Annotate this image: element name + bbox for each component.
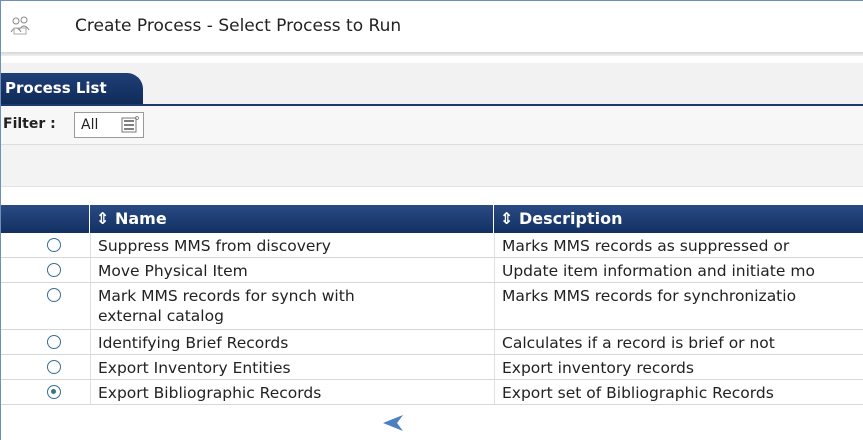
- title-bar: Create Process - Select Process to Run: [1, 1, 863, 53]
- table-row[interactable]: Move Physical Item Update item informati…: [1, 258, 863, 283]
- table-header: ⇕ Name ⇕ Description: [1, 205, 863, 233]
- tab-process-list[interactable]: Process List: [1, 73, 143, 105]
- arrow-left-icon: [383, 415, 489, 431]
- row-description: Export inventory records: [494, 355, 863, 379]
- row-name: Suppress MMS from discovery: [90, 233, 493, 257]
- spacer-area: [1, 186, 863, 206]
- row-name: Identifying Brief Records: [90, 330, 493, 354]
- name-column-header[interactable]: ⇕ Name: [90, 205, 493, 233]
- row-description: Calculates if a record is brief or not: [494, 330, 863, 354]
- toolbar-area: [1, 144, 863, 187]
- row-description: Marks MMS records for synchronizatio: [494, 283, 863, 329]
- sort-icon: ⇕: [96, 209, 110, 228]
- row-description: Export set of Bibliographic Records: [494, 380, 863, 404]
- users-icon: [10, 16, 30, 35]
- select-column-header: [1, 205, 89, 233]
- page-title: Create Process - Select Process to Run: [75, 16, 402, 36]
- name-column-label: Name: [114, 209, 167, 228]
- table-row[interactable]: Mark MMS records for synch with external…: [1, 283, 863, 330]
- table-row[interactable]: Suppress MMS from discovery Marks MMS re…: [1, 233, 863, 258]
- radio-button[interactable]: [47, 288, 61, 302]
- radio-button[interactable]: [47, 263, 61, 277]
- filter-bar: Filter : All: [1, 106, 863, 144]
- radio-button[interactable]: [47, 238, 61, 252]
- table-row[interactable]: Export Inventory Entities Export invento…: [1, 355, 863, 380]
- filter-select[interactable]: All: [74, 112, 144, 138]
- tab-strip: Process List: [1, 63, 863, 105]
- row-name: Move Physical Item: [90, 258, 493, 282]
- title-divider: [1, 52, 863, 56]
- row-description: Update item information and initiate mo: [494, 258, 863, 282]
- radio-button[interactable]: [47, 335, 61, 349]
- row-name: Export Inventory Entities: [90, 355, 493, 379]
- filter-value: All: [81, 117, 99, 133]
- process-table: ⇕ Name ⇕ Description Suppress MMS from d…: [1, 205, 863, 405]
- create-process-window: Create Process - Select Process to Run P…: [0, 0, 863, 440]
- description-column-header[interactable]: ⇕ Description: [494, 205, 863, 233]
- sort-icon: ⇕: [500, 209, 514, 228]
- list-icon[interactable]: [121, 116, 139, 134]
- row-name: Export Bibliographic Records: [90, 380, 493, 404]
- table-row[interactable]: Identifying Brief Records Calculates if …: [1, 330, 863, 355]
- row-description: Marks MMS records as suppressed or: [494, 233, 863, 257]
- row-name: Mark MMS records for synch with external…: [90, 283, 390, 329]
- filter-label: Filter :: [3, 116, 56, 132]
- table-row[interactable]: Export Bibliographic Records Export set …: [1, 380, 863, 405]
- radio-button-selected[interactable]: [47, 385, 61, 399]
- radio-button[interactable]: [47, 360, 61, 374]
- description-column-label: Description: [518, 209, 623, 228]
